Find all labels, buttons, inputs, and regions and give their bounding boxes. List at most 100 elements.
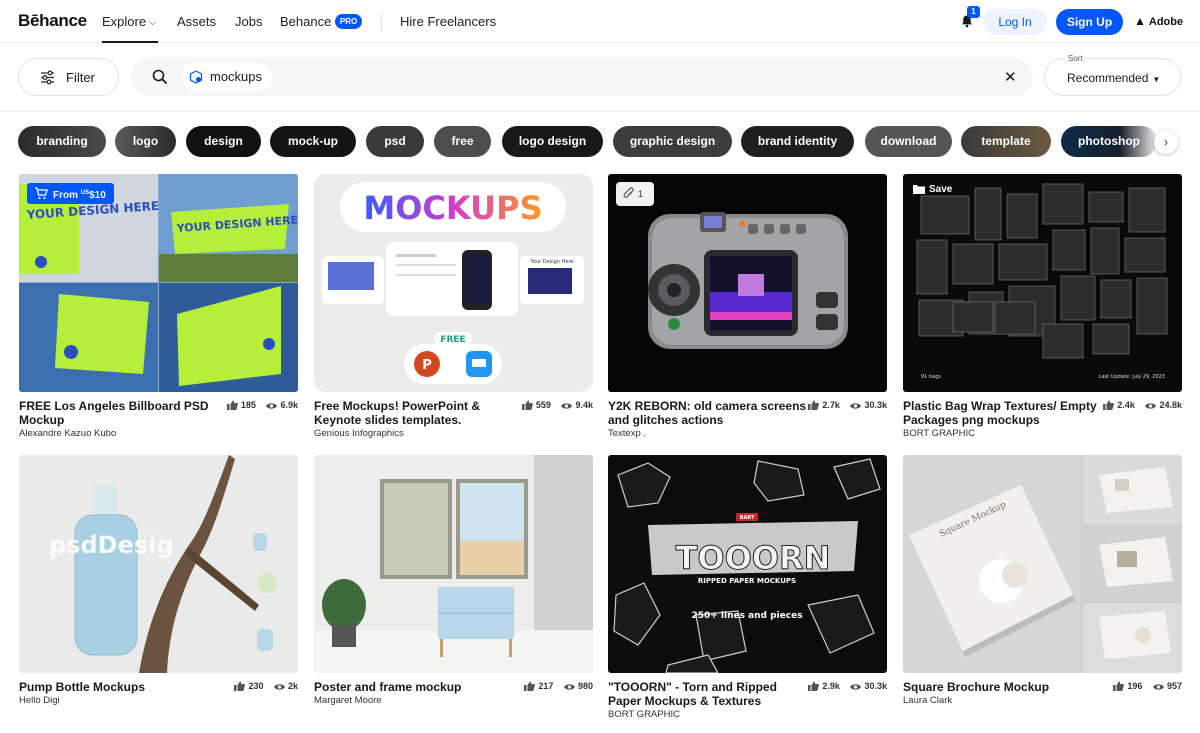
tag-chip-mock-up[interactable]: mock-up — [270, 126, 356, 157]
nav-hire-freelancers[interactable]: Hire Freelancers — [400, 14, 496, 29]
bottle-text: psdDesig — [49, 531, 174, 559]
tag-chip-free[interactable]: free — [434, 126, 491, 157]
eye-icon — [266, 403, 278, 409]
tag-label: download — [880, 134, 937, 148]
project-title[interactable]: Free Mockups! PowerPoint & Keynote slide… — [314, 399, 514, 427]
project-title[interactable]: FREE Los Angeles Billboard PSD Mockup — [19, 399, 219, 427]
project-thumbnail[interactable] — [314, 455, 593, 673]
nav-jobs[interactable]: Jobs — [235, 14, 262, 29]
project-title[interactable]: Plastic Bag Wrap Textures/ Empty Package… — [903, 399, 1103, 427]
eye-icon — [850, 403, 862, 409]
project-card[interactable]: YOUR DESIGN HERE YOUR DESIGN HERE From U… — [19, 174, 298, 444]
view-count: 30.3k — [864, 681, 887, 691]
nav-explore-label: Explore — [102, 14, 147, 29]
project-owner[interactable]: Genious Infographics — [314, 428, 404, 439]
thumbs-up-icon — [524, 681, 536, 691]
project-owner[interactable]: Laura Clark — [903, 695, 952, 706]
clear-search-icon[interactable]: ✕ — [1004, 68, 1017, 86]
project-card[interactable]: Poster and frame mockup Margaret Moore 2… — [314, 455, 593, 715]
adobe-label: Adobe — [1148, 16, 1184, 28]
tooorn-subtitle: RIPPED PAPER MOCKUPS — [698, 577, 796, 585]
filter-button[interactable]: Filter — [18, 58, 119, 96]
project-owner[interactable]: BORT GRAPHIC — [903, 428, 975, 439]
nav-divider — [381, 13, 382, 31]
signup-button[interactable]: Sign Up — [1056, 9, 1123, 35]
tag-chip-brand-identity[interactable]: brand identity — [741, 126, 854, 157]
project-card[interactable]: Square Mockup Square Brochure Mockup Lau… — [903, 455, 1182, 715]
torn-paper-artwork: TOOORN RIPPED PAPER MOCKUPS 250+ lines a… — [613, 458, 881, 673]
project-card[interactable]: MOCKUPS Your Design Here FREE P Free Moc… — [314, 174, 593, 444]
project-card[interactable]: psdDesig Pump Bottle Mockups Hello Digi … — [19, 455, 298, 715]
project-title[interactable]: "TOOORN" - Torn and Ripped Paper Mockups… — [608, 680, 808, 708]
tag-chip-branding[interactable]: branding — [18, 126, 106, 157]
login-button[interactable]: Log In — [983, 9, 1047, 35]
sort-caption: Sort — [1066, 54, 1085, 63]
adobe-link[interactable]: ▲ Adobe — [1134, 14, 1183, 28]
project-thumbnail[interactable]: 91 bags Last Update: july 29, 2023 Save — [903, 174, 1182, 392]
tag-chip-download[interactable]: download — [865, 126, 952, 157]
active-tab-indicator — [102, 41, 158, 43]
like-count: 230 — [248, 681, 264, 691]
save-button[interactable]: Save — [911, 183, 952, 197]
project-thumbnail[interactable]: psdDesig — [19, 455, 298, 673]
project-title[interactable]: Pump Bottle Mockups — [19, 680, 219, 694]
tag-chip-logo[interactable]: logo — [115, 126, 176, 157]
view-count: 2k — [287, 681, 298, 691]
top-navbar: Bēhance Explore ⌵ Assets Jobs Behance PRO… — [0, 0, 1200, 43]
last-update: Last Update: july 29, 2023 — [1099, 374, 1165, 380]
tooorn-lines: 250+ lines and pieces — [691, 611, 802, 621]
sort-dropdown[interactable]: Recommended ▼ — [1044, 58, 1181, 96]
view-count: 957 — [1166, 681, 1182, 691]
tag-chip-psd[interactable]: psd — [366, 126, 424, 157]
project-owner[interactable]: Margaret Moore — [314, 695, 382, 706]
nav-assets[interactable]: Assets — [177, 14, 216, 29]
tag-label: brand identity — [757, 134, 838, 148]
project-owner[interactable]: Alexandre Kazuo Kubo — [19, 428, 116, 439]
thumbs-up-icon — [226, 400, 238, 410]
price-value: $10 — [89, 190, 106, 201]
project-stats: 559 9.4k — [521, 400, 593, 410]
nav-explore[interactable]: Explore ⌵ — [102, 14, 156, 29]
camera-artwork — [648, 212, 848, 349]
project-card[interactable]: 1 Y2K REBORN: old camera screens and gli… — [608, 174, 887, 444]
project-owner[interactable]: BORT GRAPHIC — [608, 709, 680, 720]
project-owner[interactable]: Textexp . — [608, 428, 646, 439]
thumbs-up-icon — [1113, 681, 1125, 691]
caret-down-icon: ▼ — [1152, 75, 1161, 84]
search-query-chip[interactable]: mockups — [181, 63, 273, 91]
like-count: 217 — [538, 681, 554, 691]
chevron-right-icon[interactable]: › — [1154, 130, 1178, 154]
project-stats: 230 2k — [234, 681, 298, 691]
project-stats: 185 6.9k — [226, 400, 298, 410]
project-card[interactable]: TOOORN RIPPED PAPER MOCKUPS 250+ lines a… — [608, 455, 887, 720]
tag-chip-logo-design[interactable]: logo design — [502, 126, 603, 157]
tag-label: graphic design — [629, 134, 716, 148]
behance-logo[interactable]: Bēhance — [18, 11, 87, 31]
save-label: Save — [929, 184, 953, 195]
project-title[interactable]: Y2K REBORN: old camera screens and glitc… — [608, 399, 808, 427]
eye-icon — [1152, 684, 1164, 690]
project-thumbnail[interactable]: MOCKUPS Your Design Here FREE P — [314, 174, 593, 392]
project-card[interactable]: 91 bags Last Update: july 29, 2023 Save … — [903, 174, 1182, 444]
tag-chip-design[interactable]: design — [186, 126, 261, 157]
project-title[interactable]: Poster and frame mockup — [314, 680, 514, 694]
tag-chip-graphic-design[interactable]: graphic design — [613, 126, 732, 157]
project-thumbnail[interactable]: Square Mockup — [903, 455, 1182, 673]
slide-title: Your Design Here — [530, 259, 574, 265]
bags-count: 91 bags — [921, 374, 941, 380]
tag-chip-template[interactable]: template — [961, 126, 1051, 157]
project-owner[interactable]: Hello Digi — [19, 695, 60, 706]
folder-icon — [913, 185, 925, 194]
nav-behance-pro[interactable]: Behance — [280, 14, 331, 29]
view-count: 980 — [577, 681, 593, 691]
like-count: 2.4k — [1117, 400, 1135, 410]
eye-icon — [561, 403, 573, 409]
project-thumbnail[interactable]: YOUR DESIGN HERE YOUR DESIGN HERE From U… — [19, 174, 298, 392]
search-input[interactable]: mockups ✕ — [131, 58, 1033, 96]
search-query-text: mockups — [210, 69, 263, 84]
eye-icon — [850, 684, 862, 690]
project-thumbnail[interactable]: 1 — [608, 174, 887, 392]
project-title[interactable]: Square Brochure Mockup — [903, 680, 1103, 694]
tag-label: design — [204, 134, 243, 148]
project-thumbnail[interactable]: TOOORN RIPPED PAPER MOCKUPS 250+ lines a… — [608, 455, 887, 673]
